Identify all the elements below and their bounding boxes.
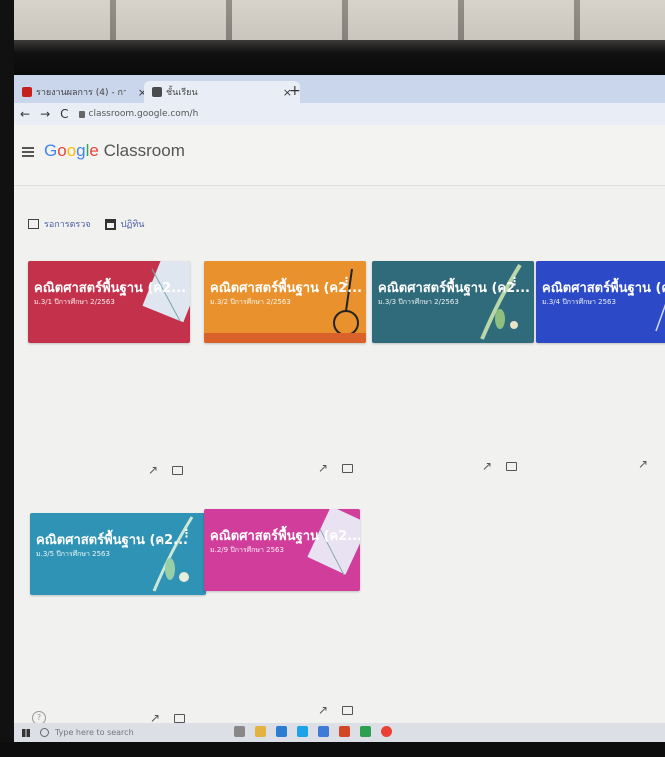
calendar-icon [104,218,116,230]
card-illustration-icon [300,509,360,591]
url-text: classroom.google.com/h [88,109,199,119]
forward-icon[interactable]: → [40,107,50,121]
class-title[interactable]: คณิตศาสตร์พื้นฐาน (ค2... [36,529,188,550]
class-title[interactable]: คณิตศาสตร์พื้นฐาน (ค2... [378,277,530,298]
class-section: ม.3/5 ปีการศึกษา 2563 [36,550,110,558]
class-section: ม.3/4 ปีการศึกษา 2563 [542,298,616,306]
word-icon[interactable] [318,726,329,737]
class-section: ม.3/2 ปีการศึกษา 2/2563 [210,298,291,306]
todo-icon [28,219,39,229]
card-actions: ↗ [638,457,648,471]
folder-icon[interactable] [172,465,184,475]
back-icon[interactable]: ← [20,107,30,121]
card-actions: ↗ [318,703,354,717]
monitor-bezel-bottom [0,742,665,757]
tab-bar: รายงานผลการ (4) - การดูแลนักเรียน × ชั้น… [14,75,665,103]
trend-icon[interactable]: ↗ [318,461,328,475]
class-section: ม.3/3 ปีการศึกษา 2/2563 [378,298,459,306]
new-tab-button[interactable]: + [289,83,301,99]
trend-icon[interactable]: ↗ [318,703,328,717]
folder-icon[interactable] [342,705,354,715]
task-view-icon[interactable] [234,726,245,737]
monitor-bezel [0,0,14,757]
logo-google: Google [44,141,99,160]
classroom-icon [152,87,162,97]
more-options-icon[interactable]: ⋮ [509,275,520,288]
card-actions: ↗ [318,461,354,475]
file-explorer-icon[interactable] [255,726,266,737]
calendar-label: ปฏิทิน [120,220,145,230]
taskbar-apps [234,726,392,737]
window-background [0,0,665,75]
powerpoint-icon[interactable] [339,726,350,737]
folder-icon[interactable] [342,463,354,473]
class-card[interactable]: คณิตศาสตร์พื้นฐาน (ค2... ม.3/4 ปีการศึกษ… [536,261,665,343]
card-illustration-icon [306,261,366,343]
class-title[interactable]: คณิตศาสตร์พื้นฐาน (ค2... [210,525,360,546]
windows-start-icon[interactable] [22,728,30,737]
tab-classroom[interactable]: ชั้นเรียน × [144,81,300,103]
classroom-logo[interactable]: Google Classroom [44,141,185,161]
address-bar: ← → C classroom.google.com/h [14,103,665,125]
class-section: ม.3/1 ปีการศึกษา 2/2563 [34,298,115,306]
url-field[interactable]: classroom.google.com/h [78,109,199,119]
card-illustration-icon [474,261,534,343]
card-illustration-icon [616,261,665,343]
class-title[interactable]: คณิตศาสตร์พื้นฐาน (ค2... [542,277,665,298]
more-options-icon[interactable]: ⋮ [181,527,192,540]
tab-label: ชั้นเรียน [166,88,198,98]
hamburger-menu-icon[interactable] [22,147,34,157]
tab-report[interactable]: รายงานผลการ (4) - การดูแลนักเรียน × [14,81,155,103]
more-options-icon[interactable]: ⋮ [341,275,352,288]
class-card[interactable]: คณิตศาสตร์พื้นฐาน (ค2... ม.2/9 ปีการศึกษ… [204,509,360,591]
class-card[interactable]: คณิตศาสตร์พื้นฐาน (ค2... ม.3/3 ปีการศึกษ… [372,261,534,343]
card-actions: ↗ [482,459,518,473]
class-card[interactable]: คณิตศาสตร์พื้นฐาน (ค2... ม.3/1 ปีการศึกษ… [28,261,190,343]
store-icon[interactable] [276,726,287,737]
folder-icon[interactable] [506,461,518,471]
folder-icon[interactable] [174,713,186,723]
calendar-link[interactable]: ปฏิทิน [104,217,145,231]
class-card[interactable]: คณิตศาสตร์พื้นฐาน (ค2... ม.3/2 ปีการศึกษ… [204,261,366,343]
trend-icon[interactable]: ↗ [638,457,648,471]
logo-product: Classroom [103,141,185,160]
gmail-icon [22,87,32,97]
reload-icon[interactable]: C [60,107,68,121]
class-title[interactable]: คณิตศาสตร์พื้นฐาน (ค2... [34,277,186,298]
screen: รายงานผลการ (4) - การดูแลนักเรียน × ชั้น… [14,75,665,742]
card-illustration-icon [130,261,190,343]
taskbar: Type here to search [14,723,665,742]
todo-link[interactable]: รอการตรวจ [28,217,91,231]
class-title[interactable]: คณิตศาสตร์พื้นฐาน (ค2... [210,277,362,298]
card-illustration-icon [146,513,206,595]
trend-icon[interactable]: ↗ [148,463,158,477]
trend-icon[interactable]: ↗ [482,459,492,473]
edge-icon[interactable] [297,726,308,737]
taskbar-search-input[interactable]: Type here to search [55,728,134,737]
chrome-icon[interactable] [381,726,392,737]
class-section: ม.2/9 ปีการศึกษา 2563 [210,546,284,554]
tab-label: รายงานผลการ (4) - การดูแลนักเรียน [36,88,126,98]
card-actions: ↗ [148,463,184,477]
lock-icon [78,110,85,118]
subnav: รอการตรวจ ปฏิทิน [28,217,144,231]
photo-frame: รายงานผลการ (4) - การดูแลนักเรียน × ชั้น… [0,0,665,757]
app-header: Google Classroom [14,125,665,186]
line-icon[interactable] [360,726,371,737]
search-icon[interactable] [40,728,49,737]
class-card[interactable]: คณิตศาสตร์พื้นฐาน (ค2... ม.3/5 ปีการศึกษ… [30,513,206,595]
card-band [204,333,366,343]
todo-label: รอการตรวจ [44,220,91,230]
